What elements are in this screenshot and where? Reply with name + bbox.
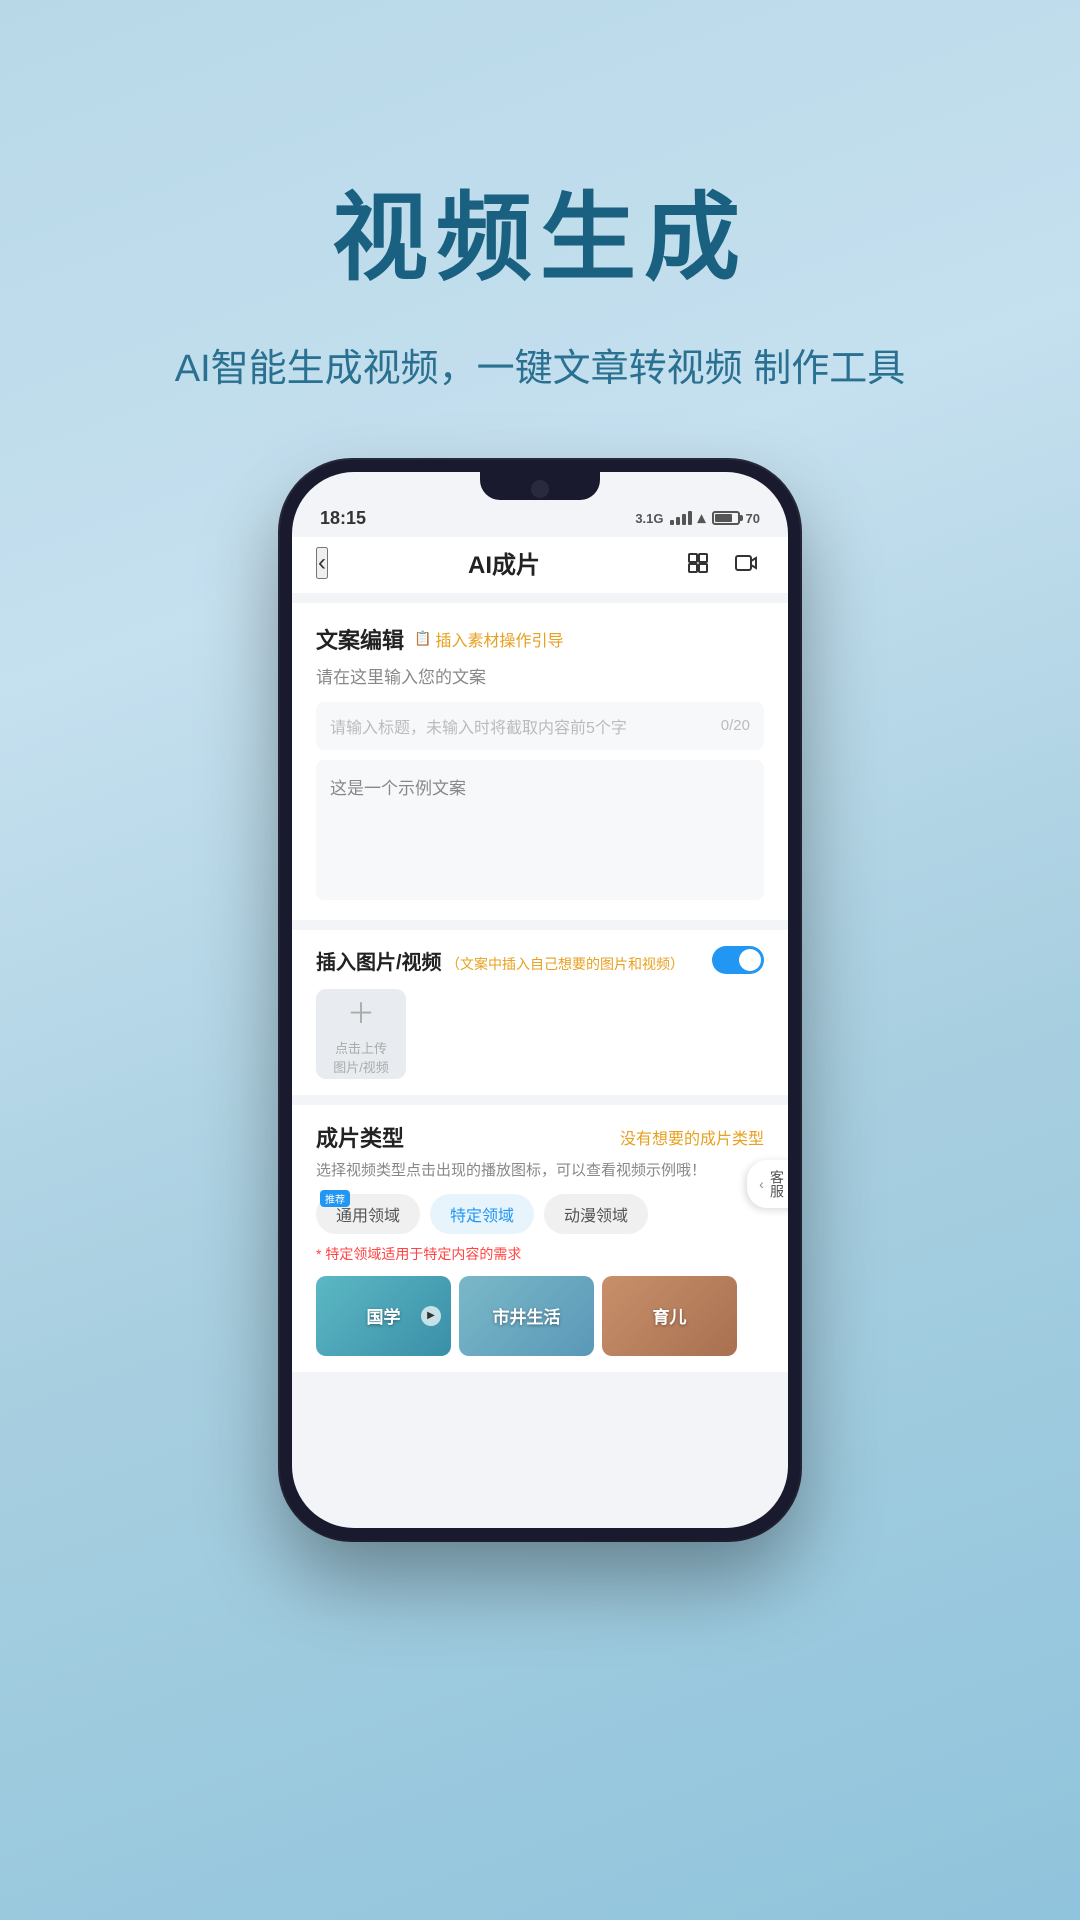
type-desc: 选择视频类型点击出现的播放图标，可以查看视频示例哦！ bbox=[316, 1159, 764, 1180]
battery-icon bbox=[712, 511, 740, 525]
insert-label-group: 插入图片/视频 （文案中插入自己想要的图片和视频） bbox=[316, 946, 684, 975]
back-button[interactable]: ‹ bbox=[316, 547, 328, 579]
screen-content: 文案编辑 📋 插入素材操作引导 请在这里输入您的文案 请输入标题，未输入时将截取… bbox=[292, 593, 788, 1382]
upload-text: 点击上传图片/视频 bbox=[333, 1038, 389, 1076]
title-input[interactable]: 请输入标题，未输入时将截取内容前5个字 0/20 bbox=[316, 702, 764, 750]
phone-screen: 18:15 3.1G ▴ 70 bbox=[292, 472, 788, 1528]
phone-outer: 18:15 3.1G ▴ 70 bbox=[280, 460, 800, 1540]
settings-icon bbox=[686, 551, 710, 575]
title-count: 0/20 bbox=[721, 717, 750, 734]
category-label-yuer: 育儿 bbox=[653, 1303, 687, 1328]
video-icon-btn[interactable] bbox=[728, 545, 764, 581]
phone-mockup: 18:15 3.1G ▴ 70 bbox=[280, 460, 800, 1540]
copy-desc: 请在这里输入您的文案 bbox=[316, 663, 764, 688]
play-icon-guoxue: ▶ bbox=[421, 1306, 441, 1326]
settings-icon-btn[interactable] bbox=[680, 545, 716, 581]
battery-fill bbox=[715, 514, 733, 522]
upload-plus-icon: ＋ bbox=[347, 992, 375, 1032]
tab-specific[interactable]: 特定领域 bbox=[430, 1194, 534, 1234]
insert-sublabel: （文案中插入自己想要的图片和视频） bbox=[446, 956, 684, 972]
insert-section: 插入图片/视频 （文案中插入自己想要的图片和视频） ＋ 点击上传图片/视频 bbox=[292, 930, 788, 1095]
type-title: 成片类型 bbox=[316, 1121, 404, 1153]
category-row: 国学 ▶ 市井生活 育儿 bbox=[316, 1276, 764, 1356]
type-section: 成片类型 没有想要的成片类型 选择视频类型点击出现的播放图标，可以查看视频示例哦… bbox=[292, 1105, 788, 1372]
guide-link[interactable]: 📋 插入素材操作引导 bbox=[414, 627, 563, 651]
nav-title: AI成片 bbox=[468, 545, 540, 580]
hero-title: 视频生成 bbox=[332, 160, 748, 299]
status-right: 3.1G ▴ 70 bbox=[635, 508, 760, 528]
guide-label: 插入素材操作引导 bbox=[435, 627, 563, 651]
content-textarea[interactable]: 这是一个示例文案 bbox=[316, 760, 764, 900]
camera-dot bbox=[531, 480, 549, 498]
insert-toggle[interactable] bbox=[712, 946, 764, 974]
nav-icons bbox=[680, 545, 764, 581]
phone-notch bbox=[480, 472, 600, 500]
copy-section: 文案编辑 📋 插入素材操作引导 请在这里输入您的文案 请输入标题，未输入时将截取… bbox=[292, 603, 788, 920]
copy-section-header: 文案编辑 📋 插入素材操作引导 bbox=[316, 623, 764, 655]
tab-anime[interactable]: 动漫领域 bbox=[544, 1194, 648, 1234]
category-shijing[interactable]: 市井生活 bbox=[459, 1276, 594, 1356]
signal-icon bbox=[670, 511, 692, 525]
wifi-icon: ▴ bbox=[698, 508, 706, 528]
status-time: 18:15 bbox=[320, 508, 366, 529]
copy-section-title: 文案编辑 bbox=[316, 623, 404, 655]
toggle-thumb bbox=[739, 949, 761, 971]
hero-subtitle: AI智能生成视频，一键文章转视频 制作工具 bbox=[175, 339, 905, 400]
customer-service-btn[interactable]: ‹ 客服 bbox=[747, 1160, 788, 1208]
type-link[interactable]: 没有想要的成片类型 bbox=[620, 1125, 764, 1149]
upload-button[interactable]: ＋ 点击上传图片/视频 bbox=[316, 989, 406, 1079]
tab-general[interactable]: 推荐 通用领域 bbox=[316, 1194, 420, 1234]
customer-label: 客服 bbox=[768, 1170, 786, 1198]
battery-pct: 70 bbox=[746, 511, 760, 526]
content-placeholder: 这是一个示例文案 bbox=[330, 779, 466, 798]
customer-arrow-icon: ‹ bbox=[759, 1176, 764, 1192]
title-placeholder: 请输入标题，未输入时将截取内容前5个字 bbox=[330, 714, 627, 738]
category-label-guoxue: 国学 bbox=[367, 1303, 401, 1328]
signal-text: 3.1G bbox=[635, 511, 663, 526]
insert-row: 插入图片/视频 （文案中插入自己想要的图片和视频） bbox=[316, 946, 764, 975]
hero-section: 视频生成 AI智能生成视频，一键文章转视频 制作工具 bbox=[175, 0, 905, 400]
category-guoxue[interactable]: 国学 ▶ bbox=[316, 1276, 451, 1356]
category-label-shijing: 市井生活 bbox=[493, 1303, 561, 1328]
tab-badge-general: 推荐 bbox=[320, 1190, 350, 1207]
video-icon bbox=[734, 551, 758, 575]
insert-label: 插入图片/视频 bbox=[316, 952, 442, 974]
category-yuer[interactable]: 育儿 bbox=[602, 1276, 737, 1356]
type-header: 成片类型 没有想要的成片类型 bbox=[316, 1121, 764, 1153]
nav-bar: ‹ AI成片 bbox=[292, 537, 788, 593]
tabs-row: 推荐 通用领域 特定领域 动漫领域 bbox=[316, 1194, 764, 1234]
type-note: * 特定领域适用于特定内容的需求 bbox=[316, 1244, 764, 1264]
